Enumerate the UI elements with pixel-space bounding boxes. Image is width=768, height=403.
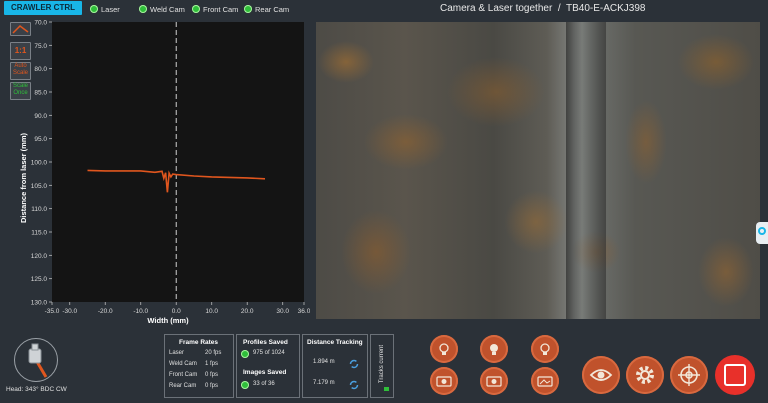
y-tick-label: 115.0 (31, 230, 47, 237)
x-tick-label: 20.0 (241, 308, 254, 315)
frame-rates-title: Frame Rates (179, 339, 219, 346)
target-button[interactable] (670, 356, 708, 394)
distance-tracking-panel: Distance Tracking 1.894 m 7.179 m (302, 334, 368, 398)
fps-name: Front Cam (169, 372, 198, 378)
fps-value: 1 fps (205, 361, 219, 367)
camera-icon (436, 376, 452, 387)
distance-tracking-title: Distance Tracking (307, 339, 363, 346)
distance-value: 7.179 m (313, 380, 335, 386)
y-tick-label: 75.0 (34, 43, 47, 50)
crawler-ctrl-button[interactable]: CRAWLER CTRL (4, 1, 82, 15)
x-tick-label: -20.0 (98, 308, 113, 315)
y-axis-label: Distance from laser (mm) (19, 132, 28, 223)
stop-icon (724, 364, 746, 386)
settings-button[interactable] (626, 356, 664, 394)
y-tick-label: 105.0 (31, 183, 48, 190)
view-button[interactable] (582, 356, 620, 394)
distance-value: 1.894 m (313, 359, 335, 365)
light-button-1[interactable] (430, 335, 458, 363)
fps-value: 0 fps (205, 383, 219, 389)
x-tick-label: -35.0 (45, 308, 60, 315)
camera-button-3[interactable] (531, 367, 559, 395)
head-label: Head: (6, 386, 24, 393)
y-tick-label: 130.0 (31, 300, 48, 307)
device-id: TB40-E-ACKJ398 (566, 3, 646, 14)
y-tick-label: 85.0 (34, 90, 47, 97)
profiles-saved-title: Profiles Saved (243, 339, 288, 346)
light-icon (540, 343, 550, 355)
toggle-label: Weld Cam (150, 4, 185, 14)
camera-button-2[interactable] (480, 367, 508, 395)
status-dot-icon (192, 5, 200, 13)
toggle-front-cam[interactable]: Front Cam (192, 3, 238, 15)
fps-value: 20 fps (205, 350, 222, 356)
x-tick-label: -30.0 (62, 308, 77, 315)
fps-name: Laser (169, 350, 185, 356)
saved-panel: Profiles Saved 975 of 1024 Images Saved … (236, 334, 300, 398)
status-dot-icon (90, 5, 98, 13)
profiles-saved-value: 975 of 1024 (253, 350, 285, 356)
tracks-current-label: Tracks current (379, 344, 385, 384)
toggle-label: Laser (101, 4, 120, 14)
view-title: Camera & Laser together / TB40-E-ACKJ398 (440, 3, 646, 14)
y-tick-label: 95.0 (34, 136, 47, 143)
tracks-current-panel: Tracks current (370, 334, 394, 398)
toggle-laser[interactable]: Laser (90, 3, 120, 15)
tracks-indicator (384, 387, 389, 391)
light-button-2[interactable] (480, 335, 508, 363)
toggle-label: Front Cam (203, 4, 239, 14)
fps-value: 0 fps (205, 372, 219, 378)
y-tick-label: 125.0 (31, 276, 48, 283)
camera-button-1[interactable] (430, 367, 458, 395)
x-tick-label: 30.0 (276, 308, 289, 315)
head-orientation-dial (14, 338, 58, 382)
status-dot-icon (244, 5, 252, 13)
y-tick-label: 90.0 (34, 113, 47, 120)
weld-seam (566, 22, 606, 319)
y-tick-label: 80.0 (34, 66, 47, 73)
title-separator: / (557, 3, 561, 14)
images-saved-value: 33 of 36 (253, 381, 275, 387)
fps-name: Weld Cam (169, 361, 197, 367)
x-tick-label: 36.0 (298, 308, 310, 315)
weld-camera-feed (316, 22, 760, 319)
frame-rates-panel: Frame Rates Laser 20 fps Weld Cam 1 fps … (164, 334, 234, 398)
x-axis-label: Width (mm) (147, 316, 189, 325)
y-tick-label: 120.0 (31, 253, 48, 260)
crosshair-icon (678, 364, 700, 386)
head-value: 343° BDC CW (25, 386, 67, 393)
toggle-rear-cam[interactable]: Rear Cam (244, 3, 289, 15)
light-icon (439, 343, 449, 355)
light-button-3[interactable] (531, 335, 559, 363)
y-tick-label: 70.0 (34, 20, 47, 27)
images-saved-title: Images Saved (243, 369, 287, 376)
sync-icon[interactable] (349, 377, 359, 390)
view-title-text: Camera & Laser together (440, 3, 553, 14)
y-tick-label: 100.0 (31, 160, 48, 167)
status-dot-icon (139, 5, 147, 13)
toggle-weld-cam[interactable]: Weld Cam (139, 3, 185, 15)
plot-area (52, 22, 304, 302)
eye-icon (589, 369, 613, 381)
laser-profile-chart: 70.0 75.0 80.0 85.0 90.0 95.0 100.0 105.0 110.0 1… (19, 20, 310, 326)
x-tick-label: 10.0 (205, 308, 218, 315)
x-tick-label: 0.0 (172, 308, 181, 315)
sync-icon[interactable] (349, 356, 359, 369)
fps-name: Rear Cam (169, 383, 197, 389)
crawler-head-icon (28, 343, 48, 378)
camera-icon (537, 376, 553, 387)
profiles-status-icon (241, 350, 249, 358)
images-status-icon (241, 381, 249, 389)
camera-icon (486, 376, 502, 387)
x-tick-label: -10.0 (133, 308, 148, 315)
light-icon (490, 344, 498, 355)
side-tab-icon (758, 227, 766, 235)
y-tick-label: 110.0 (31, 206, 47, 213)
toggle-label: Rear Cam (255, 4, 290, 14)
stop-button[interactable] (715, 355, 755, 395)
head-readout: Head: 343° BDC CW (6, 386, 67, 393)
gear-icon (636, 366, 654, 384)
